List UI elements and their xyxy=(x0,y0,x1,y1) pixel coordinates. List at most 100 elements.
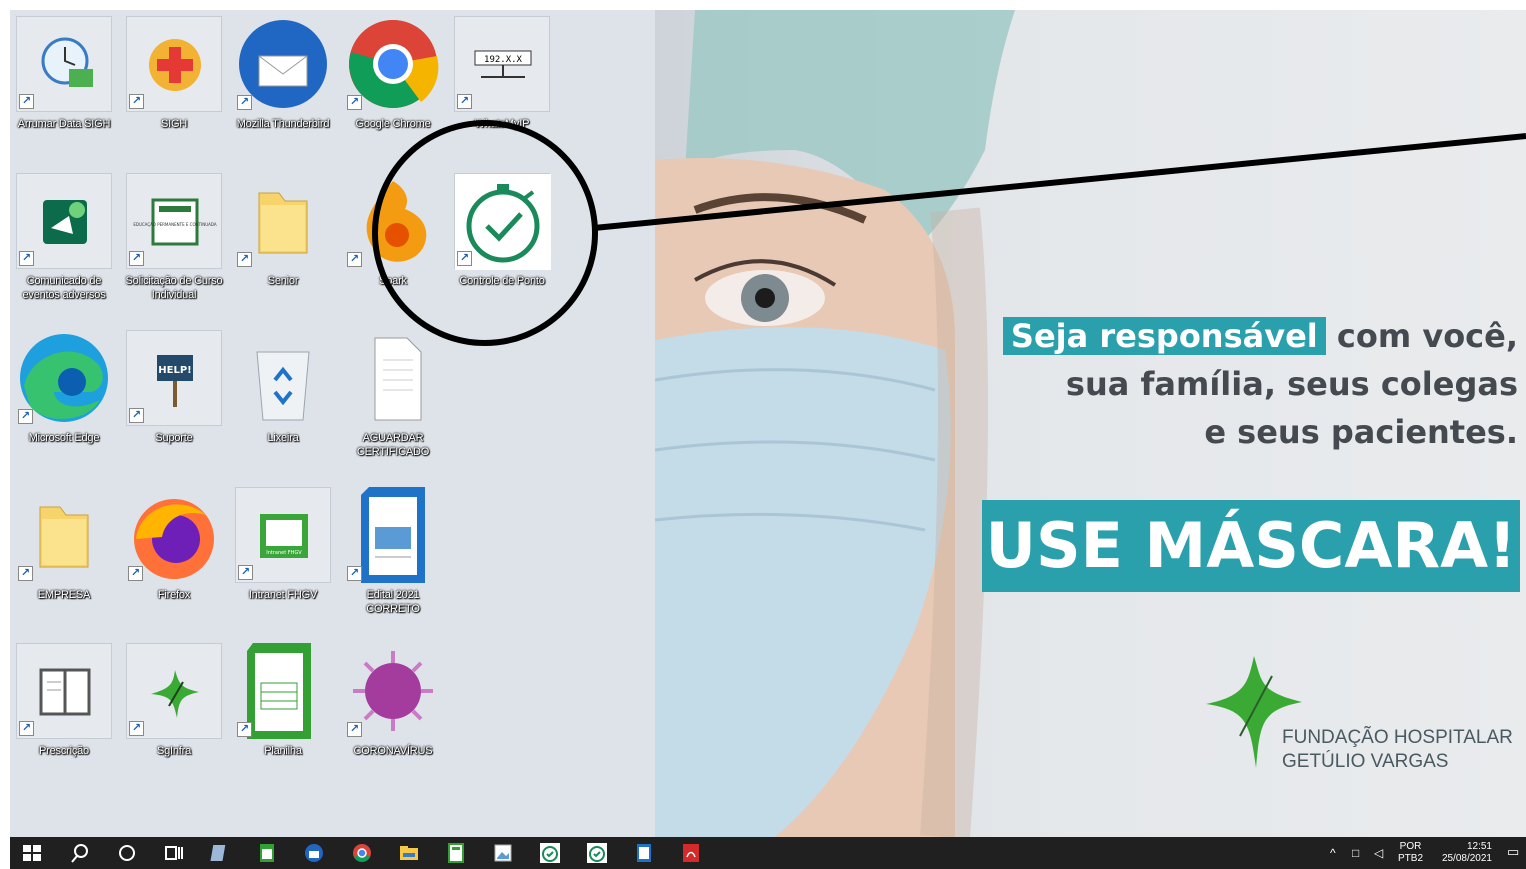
keyboard-layout: PTB2 xyxy=(1398,853,1424,864)
taskbar-chrome-icon[interactable] xyxy=(350,841,374,865)
desktop-icon-microsoft-edge[interactable]: ↗ Microsoft Edge xyxy=(14,330,114,445)
writer-document-icon: ↗ xyxy=(345,487,441,583)
desktop-icon-sginfra[interactable]: ↗ SgInfra xyxy=(124,643,224,758)
desktop-icon-empresa[interactable]: ↗ EMPRESA xyxy=(14,487,114,602)
desktop-icon-label: SIGH xyxy=(160,118,188,130)
desktop-icon-whatsmyip[interactable]: 192.X.X ↗ WhatsMyIP xyxy=(452,16,552,131)
taskbar-start-icon[interactable] xyxy=(20,841,44,865)
taskbar-cortana-icon[interactable] xyxy=(115,841,139,865)
network-ip-icon: 192.X.X ↗ xyxy=(454,16,550,112)
shortcut-arrow-icon: ↗ xyxy=(237,95,252,110)
tray-volume-icon[interactable]: ◁ xyxy=(1374,847,1383,859)
desktop-icon-prescri-o[interactable]: ↗ Prescrição xyxy=(14,643,114,758)
book-icon: ↗ xyxy=(16,643,112,739)
desktop-icon-suporte[interactable]: HELP! ↗ Suporte xyxy=(124,330,224,445)
wallpaper-slogan-line2: sua família, seus colegas xyxy=(1065,365,1518,403)
clock-time: 12:51 xyxy=(1466,841,1492,852)
tray-network-icon[interactable]: □ xyxy=(1352,847,1359,859)
desktop-icon-edital-2021-correto[interactable]: ↗ Edital 2021 CORRETO xyxy=(343,487,443,616)
language-code: POR xyxy=(1399,841,1422,852)
desktop-icon-solicita-o-de-curso-individual[interactable]: EDUCAÇÃO PERMANENTE E CONTINUADA ↗ Solicit… xyxy=(124,173,224,302)
taskbar-image-viewer-icon[interactable] xyxy=(491,841,515,865)
desktop-icon-lixeira[interactable]: Lixeira xyxy=(233,330,333,445)
desktop-icon-label: Arrumar Data SIGH xyxy=(17,118,111,130)
help-sign-icon: HELP! ↗ xyxy=(126,330,222,426)
thunderbird-icon: ↗ xyxy=(235,16,331,112)
desktop-icon-planilha[interactable]: ↗ Planilha xyxy=(233,643,333,758)
intranet-icon: Intranet FHGV ↗ xyxy=(235,487,331,583)
taskbar-calculator-icon[interactable] xyxy=(444,841,468,865)
shortcut-arrow-icon: ↗ xyxy=(128,566,143,581)
recycle-bin-icon xyxy=(235,330,331,426)
taskbar-thunderbird-icon[interactable] xyxy=(302,841,326,865)
taskbar-search-icon[interactable] xyxy=(68,841,92,865)
desktop-icon-spark[interactable]: ↗ Spark xyxy=(343,173,443,288)
desktop-icon-label: Edital 2021 CORRETO xyxy=(366,589,420,615)
desktop-icon-google-chrome[interactable]: ↗ Google Chrome xyxy=(343,16,443,131)
folder-icon: ↗ xyxy=(16,487,112,583)
desktop-icon-label: CORONAVÍRUS xyxy=(353,745,433,757)
desktop-icon-firefox[interactable]: ↗ Firefox xyxy=(124,487,224,602)
desktop-icon-senior[interactable]: ↗ Senior xyxy=(233,173,333,288)
taskbar-pdf-icon[interactable] xyxy=(679,841,703,865)
shortcut-arrow-icon: ↗ xyxy=(347,95,362,110)
taskbar: ^ □ ◁ POR PTB2 12:51 25/08/2021 ▭ xyxy=(10,837,1526,869)
svg-text:HELP!: HELP! xyxy=(158,365,191,376)
taskbar-libreoffice-icon[interactable] xyxy=(208,841,232,865)
desktop-icon-label: AGUARDAR CERTIFICADO xyxy=(356,432,430,458)
desktop-icon-label: Intranet FHGV xyxy=(248,589,318,601)
desktop-icon-label: Solicitação de Curso Individual xyxy=(125,275,223,301)
taskbar-document-icon[interactable] xyxy=(632,841,656,865)
desktop: Seja responsável com você, sua família, … xyxy=(10,10,1526,837)
svg-text:192.X.X: 192.X.X xyxy=(484,55,523,65)
notification-center-icon[interactable]: ▭ xyxy=(1507,845,1519,858)
desktop-icon-label: WhatsMyIP xyxy=(474,118,530,130)
desktop-icon-label: Microsoft Edge xyxy=(28,432,100,444)
shortcut-arrow-icon: ↗ xyxy=(238,565,253,580)
shortcut-arrow-icon: ↗ xyxy=(19,721,34,736)
education-certificate-icon: EDUCAÇÃO PERMANENTE E CONTINUADA ↗ xyxy=(126,173,222,269)
shortcut-arrow-icon: ↗ xyxy=(237,722,252,737)
input-language-indicator[interactable]: POR PTB2 xyxy=(1398,841,1423,865)
shortcut-arrow-icon: ↗ xyxy=(129,251,144,266)
desktop-icon-label: Suporte xyxy=(155,432,193,444)
desktop-icon-arrumar-data-sigh[interactable]: ↗ Arrumar Data SIGH xyxy=(14,16,114,131)
desktop-icon-label: SgInfra xyxy=(156,745,192,757)
chrome-icon: ↗ xyxy=(345,16,441,112)
taskbar-task-view-icon[interactable] xyxy=(162,841,186,865)
desktop-icon-label: Prescrição xyxy=(39,745,89,757)
shortcut-arrow-icon: ↗ xyxy=(129,408,144,423)
firefox-icon: ↗ xyxy=(126,487,222,583)
wallpaper-slogan-line3: e seus pacientes. xyxy=(1204,413,1518,451)
shortcut-arrow-icon: ↗ xyxy=(457,94,472,109)
tray-chevron-up-icon[interactable]: ^ xyxy=(1330,847,1336,859)
document-icon xyxy=(345,330,441,426)
desktop-icon-label: Mozilla Thunderbird xyxy=(236,118,330,130)
desktop-icon-label: Planilha xyxy=(264,745,302,757)
desktop-icon-label: EMPRESA xyxy=(37,589,91,601)
desktop-icon-controle-de-ponto[interactable]: ↗ Controle de Ponto xyxy=(452,173,552,288)
taskbar-stopwatch-icon[interactable] xyxy=(585,841,609,865)
desktop-icon-sigh[interactable]: ↗ SIGH xyxy=(124,16,224,131)
shortcut-arrow-icon: ↗ xyxy=(18,409,33,424)
stopwatch-check-icon: ↗ xyxy=(454,173,551,270)
desktop-icon-comunicado-de-eventos-adversos[interactable]: ↗ Comunicado de eventos adversos xyxy=(14,173,114,302)
fhgv-cross-icon: ↗ xyxy=(126,643,222,739)
desktop-icon-aguardar-certificado[interactable]: AGUARDAR CERTIFICADO xyxy=(343,330,443,459)
desktop-icon-label: Spark xyxy=(379,275,407,287)
taskbar-stopwatch-icon[interactable] xyxy=(538,841,562,865)
desktop-icon-mozilla-thunderbird[interactable]: ↗ Mozilla Thunderbird xyxy=(233,16,333,131)
spark-flame-icon: ↗ xyxy=(345,173,441,269)
shortcut-arrow-icon: ↗ xyxy=(347,722,362,737)
shortcut-arrow-icon: ↗ xyxy=(347,566,362,581)
desktop-icon-intranet-fhgv[interactable]: Intranet FHGV ↗ Intranet FHGV xyxy=(233,487,333,602)
desktop-icon-label: Controle de Ponto xyxy=(459,275,545,287)
shortcut-arrow-icon: ↗ xyxy=(237,252,252,267)
taskbar-clock[interactable]: 12:51 25/08/2021 xyxy=(1434,841,1492,865)
svg-text:Intranet FHGV: Intranet FHGV xyxy=(266,550,302,556)
calc-spreadsheet-icon: ↗ xyxy=(235,643,331,739)
taskbar-file-explorer-icon[interactable] xyxy=(397,841,421,865)
megaphone-icon: ↗ xyxy=(16,173,112,269)
desktop-icon-coronav-rus[interactable]: ↗ CORONAVÍRUS xyxy=(343,643,443,758)
taskbar-spreadsheet-icon[interactable] xyxy=(255,841,279,865)
